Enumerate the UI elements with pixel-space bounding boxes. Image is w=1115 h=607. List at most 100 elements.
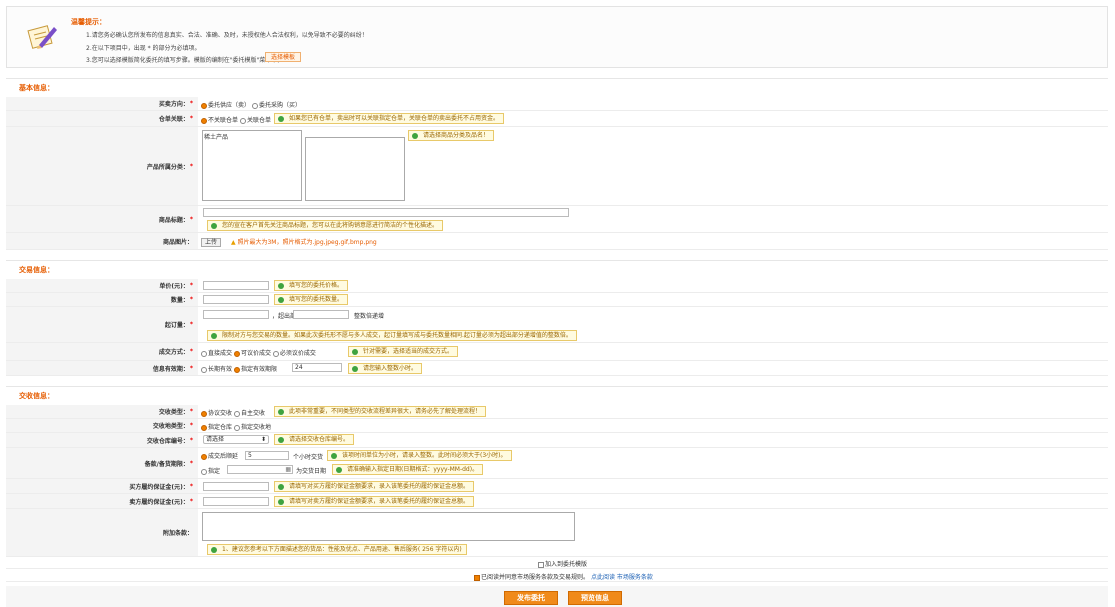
radio-no-link[interactable]	[201, 117, 207, 124]
radio-buy[interactable]	[252, 102, 259, 109]
calendar-icon[interactable]: ▦	[285, 466, 291, 473]
radio-self-label: 自主交收	[240, 410, 265, 417]
hint-warehouse: 如果您已有仓单，卖出时可以关联指定仓单，关联仓单的卖出委托不占用资金。	[274, 113, 505, 124]
row-seller-dep: 卖方履约保证金(元)： * 请填写对卖方履约保证金额要求，录入该笔委托的履约保证金…	[6, 494, 1108, 509]
label-deal: 成交方式：	[158, 349, 189, 356]
publish-button[interactable]: 发布委托	[504, 591, 558, 605]
service-terms-link[interactable]: 市场服务条款	[617, 574, 653, 581]
hours-unit: 个小时交货	[293, 454, 324, 461]
label-title: 商品标题：	[158, 216, 189, 224]
label-whno: 交收仓库编号：	[146, 437, 189, 445]
radio-no-link-label: 不关联仓单	[208, 117, 239, 124]
radio-negotiable[interactable]	[233, 350, 240, 357]
add-template-checkbox[interactable]	[538, 561, 544, 568]
radio-agreement[interactable]	[201, 410, 207, 417]
warehouse-select-value: 请选择	[206, 436, 225, 443]
row-price: 单价(元)： * 填写您的委托价格。	[6, 279, 1108, 293]
extra-terms-textarea[interactable]	[202, 512, 575, 541]
radio-sell[interactable]	[201, 102, 207, 109]
radio-after-deal[interactable]	[201, 453, 207, 460]
seller-deposit-input[interactable]	[203, 497, 269, 506]
row-image: 商品图片： 上传 ▲ 照片最大为3M，照片格式为.jpg,jpeg,gif,bm…	[6, 233, 1108, 250]
radio-must-negotiate[interactable]	[272, 350, 279, 357]
section-basic-title: 基本信息：	[19, 84, 54, 92]
radio-fixed-term-label: 指定有效期限	[240, 366, 277, 373]
row-category: 产品所属分类： * 稀土产品 请选择商品分类及品名！	[6, 127, 1108, 206]
label-extra: 附加条款：	[162, 530, 193, 537]
read-link[interactable]: 点此阅读	[591, 574, 615, 581]
section-trade: 交易信息：	[6, 260, 1108, 274]
row-direction: 买卖方向： * 委托供应（卖） 委托采购（买）	[6, 97, 1108, 111]
buyer-deposit-input[interactable]	[203, 482, 269, 491]
radio-must-negotiate-label: 必须议价成交	[279, 350, 316, 357]
label-dtype: 交收类型：	[158, 409, 189, 416]
hint-category: 请选择商品分类及品名！	[408, 130, 495, 141]
row-warehouse: 仓单关联： * 不关联仓单 关联仓单 如果您已有仓单，卖出时可以关联指定仓单，关联仓…	[6, 111, 1108, 127]
label-price: 单价(元)：	[159, 283, 189, 290]
date-input[interactable]: ▦	[227, 465, 293, 474]
row-place: 交收地类型： * 指定仓库 指定交收地	[6, 419, 1108, 433]
increment-input[interactable]	[293, 310, 349, 319]
radio-warehouse[interactable]	[201, 424, 207, 431]
add-template-label: 加入到委托模版	[545, 561, 588, 568]
label-place: 交收地类型：	[152, 423, 189, 430]
agree-text: 已阅读并同意市场服务条款及交易规则。	[481, 574, 590, 581]
radio-link-label: 关联仓单	[247, 117, 272, 124]
radio-specify[interactable]	[201, 468, 207, 475]
hours-input[interactable]: 5	[245, 451, 289, 460]
category-list-2[interactable]	[305, 137, 405, 201]
radio-place-label: 指定交收地	[240, 424, 271, 431]
category-option[interactable]: 稀土产品	[204, 132, 300, 141]
select-template-button[interactable]: 选择模板	[265, 52, 302, 62]
row-valid: 信息有效期： * 长期有效 指定有效期限 24 请您输入整数小时。	[6, 361, 1108, 376]
radio-direct[interactable]	[201, 350, 207, 357]
qty-input[interactable]	[203, 295, 269, 304]
radio-sell-label: 委托供应（卖）	[208, 102, 251, 109]
warehouse-select[interactable]: 请选择 ⬍	[203, 435, 269, 444]
image-note: 照片最大为3M，照片格式为.jpg,jpeg,gif,bmp,png	[237, 239, 377, 246]
label-deadline: 备款/备货期限：	[144, 460, 189, 468]
label-buyer-dep: 买方履约保证金(元)：	[129, 483, 189, 491]
valid-hours-input[interactable]: 24	[292, 363, 342, 372]
title-input[interactable]	[203, 208, 569, 217]
row-deadline: 备款/备货期限： * 成交后顺延 5 个小时交货 该项时间单位为小时，请录入整数。…	[6, 448, 1108, 479]
radio-self[interactable]	[233, 410, 240, 417]
label-qty: 数量：	[170, 297, 189, 304]
section-delivery-title: 交收信息：	[19, 392, 54, 400]
preview-button[interactable]: 预览信息	[568, 591, 622, 605]
hint-whno: 请选择交收仓库编号。	[274, 434, 355, 445]
warning-triangle-icon: ▲	[230, 239, 236, 246]
radio-negotiable-label: 可议价成交	[240, 350, 271, 357]
hint-seller-dep: 请填写对卖方履约保证金额要求，录入该笔委托的履约保证金总额。	[274, 496, 475, 507]
hint-buyer-dep: 请填写对买方履约保证金额要求，录入该笔委托的履约保证金总额。	[274, 481, 475, 492]
hint-deadline-2: 请准确输入指定日期(日期格式：yyyy-MM-dd)。	[332, 464, 484, 475]
row-whno: 交收仓库编号： * 请选择 ⬍ 请选择交收仓库编号。	[6, 433, 1108, 448]
row-dtype: 交收类型： * 协议交收 自主交收 此项非常重要，不同类型的交收流程差异很大，请务…	[6, 405, 1108, 419]
note-pencil-icon	[27, 25, 57, 49]
tips-title: 温馨提示：	[71, 18, 106, 26]
row-extra: 附加条款： 1、建议您参考以下方面描述您的货品：性能及优点、产品用途、售后服务(…	[6, 509, 1108, 557]
label-image: 商品图片：	[162, 238, 193, 246]
radio-place[interactable]	[233, 424, 240, 431]
chevron-down-icon: ⬍	[260, 436, 266, 443]
agree-checkbox[interactable]	[474, 574, 480, 581]
radio-link[interactable]	[240, 117, 247, 124]
tips-line-2: 2.在以下项目中，出现 * 的部分为必填项。	[86, 45, 201, 52]
radio-buy-label: 委托采购（买）	[259, 102, 302, 109]
hint-title: 您的宣在客户首先关注商品标题，您可以在此将购销意愿进行简洁的个性化描述。	[207, 220, 444, 231]
radio-fixed-term[interactable]	[233, 366, 240, 373]
hint-deadline-1: 该项时间单位为小时，请录入整数。此时间必须大于(3小时)。	[327, 450, 512, 461]
section-trade-title: 交易信息：	[19, 266, 54, 274]
row-min: 起订量： * ，超出部分按 整数倍递增 限制对方与您交易的数量。如果此次委托形不愿…	[6, 307, 1108, 343]
radio-longterm[interactable]	[201, 366, 207, 373]
label-valid: 信息有效期：	[152, 365, 189, 373]
row-agree: 已阅读并同意市场服务条款及交易规则。 点此阅读 市场服务条款	[6, 569, 1108, 582]
hint-extra: 1、建议您参考以下方面描述您的货品：性能及优点、产品用途、售后服务( 256 字…	[207, 544, 467, 555]
section-delivery: 交收信息：	[6, 386, 1108, 400]
price-input[interactable]	[203, 281, 269, 290]
min-qty-input[interactable]	[203, 310, 269, 319]
page: 温馨提示： 1.请您务必确认您所发布的信息真实、合法、准确、及时，未授权他人合法…	[0, 0, 1115, 607]
category-list-1[interactable]: 稀土产品	[202, 130, 302, 201]
upload-button[interactable]: 上传	[201, 238, 222, 247]
label-direction: 买卖方向：	[158, 101, 189, 108]
